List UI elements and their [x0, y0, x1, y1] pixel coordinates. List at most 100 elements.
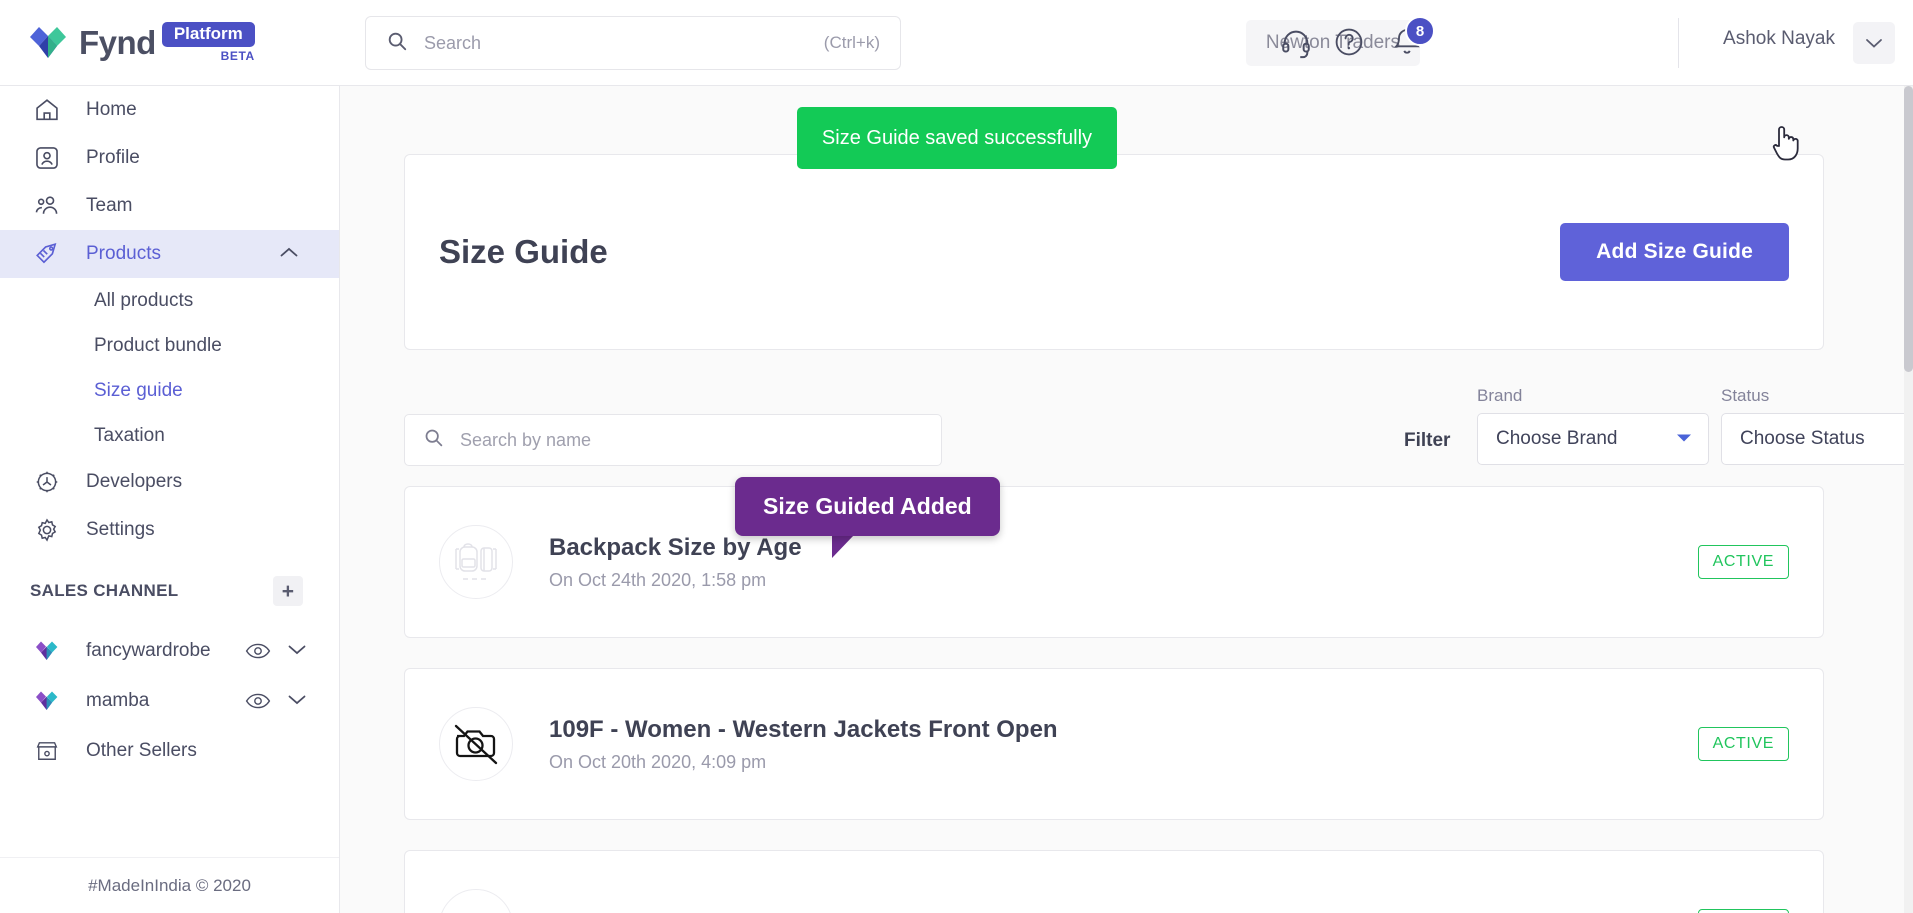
filter-bar: Search by name Filter Brand Choose Brand…: [404, 386, 1905, 478]
sales-channel-section-header: SALES CHANNEL +: [0, 568, 339, 614]
scrollbar-thumb[interactable]: [1904, 86, 1913, 372]
status-badge: ACTIVE: [1697, 909, 1789, 913]
brand-filter: Brand Choose Brand: [1477, 386, 1709, 465]
headset-icon[interactable]: [1279, 26, 1313, 65]
channel-name: mamba: [86, 690, 150, 711]
status-select[interactable]: Choose Status: [1721, 413, 1905, 465]
team-icon: [30, 192, 64, 220]
sidebar-item-label: Team: [86, 195, 133, 216]
sidebar-item-label: Profile: [86, 147, 140, 168]
settings-gear-icon: [30, 516, 64, 544]
sidebar-subitem-label: Taxation: [94, 424, 165, 446]
sidebar-channel-mamba[interactable]: mamba: [0, 676, 339, 726]
status-filter: Status Choose Status: [1721, 386, 1905, 465]
sidebar-channel-fancywardrobe[interactable]: fancywardrobe: [0, 626, 339, 676]
eye-icon[interactable]: [245, 691, 271, 711]
sidebar-item-label: Settings: [86, 519, 155, 540]
app-root: Fynd Platform BETA Search (Ctrl+k) Newto…: [0, 0, 1913, 913]
plus-icon[interactable]: +: [273, 576, 303, 606]
home-icon: [30, 96, 64, 124]
size-guide-item-info: Backpack Size by Age On Oct 24th 2020, 1…: [549, 534, 1698, 591]
sidebar-item-label: Home: [86, 99, 137, 120]
brand-name: Fynd: [79, 24, 156, 61]
sidebar-subitem-taxation[interactable]: Taxation: [0, 413, 339, 458]
status-filter-label: Status: [1721, 386, 1770, 405]
sidebar: Home Profile Team Products All products …: [0, 86, 340, 913]
sidebar-subitem-label: All products: [94, 289, 194, 311]
header-divider: [1678, 18, 1679, 68]
user-name[interactable]: Ashok Nayak: [1723, 28, 1835, 50]
size-guide-name: 109F - Women - Western Jackets Front Ope…: [549, 715, 1058, 743]
brand-select-value: Choose Brand: [1496, 428, 1618, 449]
bell-icon[interactable]: 8: [1391, 16, 1435, 63]
add-size-guide-button[interactable]: Add Size Guide: [1560, 223, 1789, 281]
brand-logo[interactable]: Fynd Platform BETA: [26, 21, 255, 64]
developers-gear-icon: [30, 468, 64, 496]
fynd-heart-logo-icon: [26, 23, 70, 63]
sidebar-subitem-label: Product bundle: [94, 334, 222, 356]
sidebar-subitem-size-guide[interactable]: Size guide: [0, 368, 339, 413]
placeholder-icon: [439, 889, 513, 913]
question-circle-icon[interactable]: [1333, 26, 1365, 63]
sidebar-item-developers[interactable]: Developers: [0, 458, 339, 506]
size-guided-added-tooltip: Size Guided Added: [735, 477, 1000, 536]
vertical-scrollbar[interactable]: [1904, 86, 1913, 913]
sidebar-item-products[interactable]: Products: [0, 230, 339, 278]
sidebar-item-team[interactable]: Team: [0, 182, 339, 230]
sidebar-item-settings[interactable]: Settings: [0, 506, 339, 554]
chevron-down-icon[interactable]: [287, 640, 307, 662]
search-icon: [423, 427, 444, 453]
sidebar-subitem-all-products[interactable]: All products: [0, 278, 339, 323]
status-select-value: Choose Status: [1740, 428, 1865, 449]
top-bar: Fynd Platform BETA Search (Ctrl+k) Newto…: [0, 0, 1913, 86]
sidebar-item-home[interactable]: Home: [0, 86, 339, 134]
sidebar-subitem-label: Size guide: [94, 379, 183, 401]
beta-label: BETA: [220, 49, 255, 64]
store-icon: [30, 738, 64, 764]
sidebar-item-label: Products: [86, 243, 161, 264]
status-badge: ACTIVE: [1697, 545, 1789, 579]
chevron-up-icon[interactable]: [279, 243, 299, 265]
size-guide-name: Backpack Size by Age: [549, 533, 802, 561]
backpack-measure-icon: [439, 525, 513, 599]
notification-badge: 8: [1405, 16, 1435, 46]
size-guide-list-item[interactable]: Backpack Size by Age On Oct 24th 2020, 1…: [404, 486, 1824, 638]
toast-message: Size Guide saved successfully: [821, 126, 1093, 149]
size-guide-date: On Oct 20th 2020, 4:09 pm: [549, 751, 767, 772]
brand-select[interactable]: Choose Brand: [1477, 413, 1709, 465]
brand-filter-label: Brand: [1477, 386, 1523, 405]
global-search-placeholder: Search: [424, 32, 482, 53]
page-header-card: Size Guide Add Size Guide: [404, 154, 1824, 350]
sidebar-item-other-sellers[interactable]: Other Sellers: [0, 726, 339, 776]
search-icon: [386, 30, 408, 57]
sidebar-footer: #MadeInIndia © 2020: [0, 857, 339, 913]
platform-badge: Platform: [161, 21, 255, 48]
size-guide-list-item[interactable]: ACTIVE: [404, 850, 1824, 913]
chevron-down-icon[interactable]: [287, 690, 307, 712]
search-by-name-placeholder: Search by name: [460, 429, 592, 450]
global-search-input[interactable]: Search (Ctrl+k): [365, 16, 901, 70]
fynd-heart-icon: [30, 689, 64, 713]
sidebar-item-label: Developers: [86, 471, 183, 492]
eye-icon[interactable]: [245, 641, 271, 661]
no-image-camera-icon: [439, 707, 513, 781]
size-guide-item-info: 109F - Women - Western Jackets Front Ope…: [549, 716, 1698, 773]
search-by-name-input[interactable]: Search by name: [404, 414, 942, 466]
fynd-heart-icon: [30, 639, 64, 663]
main-content: Size Guide Add Size Guide Search by name…: [340, 86, 1905, 913]
size-guide-date: On Oct 24th 2020, 1:58 pm: [549, 569, 767, 590]
search-shortcut-hint: (Ctrl+k): [823, 33, 880, 52]
sidebar-item-profile[interactable]: Profile: [0, 134, 339, 182]
success-toast: Size Guide saved successfully: [797, 107, 1117, 169]
tag-icon: [30, 240, 64, 268]
caret-down-icon: [1676, 430, 1692, 448]
sales-channel-title: SALES CHANNEL: [30, 581, 179, 600]
size-guide-list-item[interactable]: 109F - Women - Western Jackets Front Ope…: [404, 668, 1824, 820]
sidebar-subitem-product-bundle[interactable]: Product bundle: [0, 323, 339, 368]
page-title: Size Guide: [439, 233, 608, 270]
tooltip-message: Size Guided Added: [763, 493, 972, 519]
filter-label: Filter: [1404, 430, 1451, 451]
user-menu-chevron-down-icon[interactable]: [1853, 22, 1895, 64]
profile-icon: [30, 144, 64, 172]
other-sellers-label: Other Sellers: [86, 740, 197, 761]
